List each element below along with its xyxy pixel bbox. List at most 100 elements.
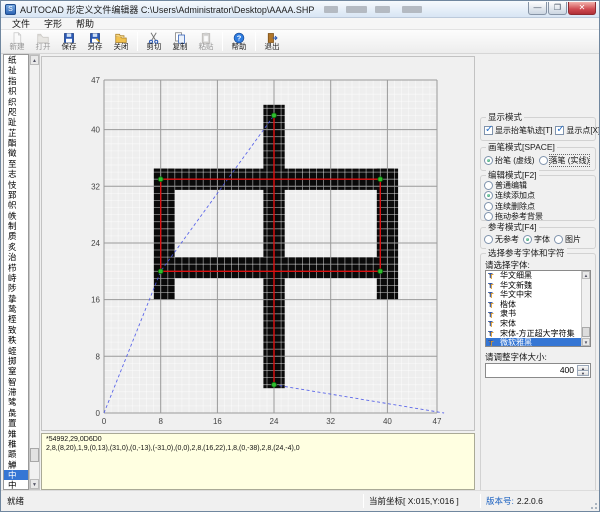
character-list-item[interactable]: 帜 [4, 200, 28, 210]
menu-item-1[interactable]: 字形 [37, 18, 69, 29]
font-list-item[interactable]: T华文细黑 [486, 271, 590, 281]
character-list-item[interactable]: 祉 [4, 65, 28, 75]
character-list-item[interactable]: 置 [4, 418, 28, 428]
character-list-item[interactable]: 陟 [4, 283, 28, 293]
character-list-item[interactable]: 窒 [4, 366, 28, 376]
scroll-down-icon[interactable]: ▼ [582, 338, 590, 346]
radio-option[interactable]: 普通编辑 [484, 180, 527, 191]
character-list-item[interactable]: 觯 [4, 460, 28, 470]
character-list-item[interactable]: 炙 [4, 242, 28, 252]
character-list-item[interactable]: 雉 [4, 429, 28, 439]
character-list-item[interactable]: 峙 [4, 273, 28, 283]
character-list-item[interactable]: 忮 [4, 180, 28, 190]
toolbar-button-4[interactable]: 关闭 [108, 31, 134, 53]
minimize-button[interactable]: — [528, 2, 547, 15]
radio-icon[interactable] [484, 181, 493, 190]
character-list-item[interactable]: 骘 [4, 397, 28, 407]
font-list-item[interactable]: T华文新魏 [486, 281, 590, 291]
radio-option[interactable]: 拖动参考背景 [484, 211, 543, 222]
radio-option[interactable]: 连续删除点 [484, 201, 535, 212]
radio-icon[interactable] [484, 212, 493, 221]
character-list-scrollbar[interactable]: ▲ ▼ [29, 54, 40, 490]
font-list-scrollbar[interactable]: ▲ ▼ [581, 271, 590, 346]
toolbar-button-10[interactable]: ?帮助 [226, 31, 252, 53]
font-list-item[interactable]: T宋体 [486, 319, 590, 329]
toolbar-button-7[interactable]: 复制 [167, 31, 193, 53]
toolbar-button-12[interactable]: 退出 [259, 31, 285, 53]
shape-code-panel[interactable]: *54992,29,0D6D0 2,8,(8,20),1,9,(0,13),(3… [41, 433, 475, 490]
character-list-item[interactable]: 纸 [4, 55, 28, 65]
radio-option[interactable]: 字体 [523, 234, 550, 245]
glyph-edit-canvas[interactable]: 081624324047081624324047 [41, 56, 475, 431]
font-size-spinner[interactable]: 400 ▲ ▼ [485, 363, 591, 378]
radio-option[interactable]: 落笔 (实线) [539, 155, 590, 166]
character-list-item[interactable]: 蛭 [4, 346, 28, 356]
character-list-item[interactable]: 中 [4, 480, 28, 490]
toolbar-button-6[interactable]: 剪切 [141, 31, 167, 53]
character-list-item[interactable]: 芷 [4, 128, 28, 138]
character-list-item[interactable]: 徵 [4, 148, 28, 158]
character-list-item[interactable]: 郅 [4, 190, 28, 200]
character-list-item[interactable]: 织 [4, 97, 28, 107]
character-list-item[interactable]: 质 [4, 231, 28, 241]
character-list-item[interactable]: 中 [4, 470, 28, 480]
font-list-item[interactable]: T华文中宋 [486, 290, 590, 300]
character-list-item[interactable]: 帙 [4, 211, 28, 221]
character-list-item[interactable]: 秩 [4, 335, 28, 345]
toolbar-button-2[interactable]: 保存 [56, 31, 82, 53]
radio-icon[interactable] [484, 202, 493, 211]
resize-grip[interactable] [588, 500, 597, 509]
radio-icon[interactable] [484, 191, 493, 200]
font-list-item[interactable]: T楷体 [486, 300, 590, 310]
font-list-item[interactable]: T微软雅黑 [486, 338, 590, 347]
radio-icon[interactable] [484, 156, 493, 165]
radio-icon[interactable] [484, 235, 493, 244]
radio-option[interactable]: 抬笔 (虚线) [484, 155, 535, 166]
character-list-item[interactable]: 酯 [4, 138, 28, 148]
menu-item-2[interactable]: 帮助 [69, 18, 101, 29]
character-list-item[interactable]: 枳 [4, 86, 28, 96]
radio-option[interactable]: 图片 [554, 234, 581, 245]
menu-item-0[interactable]: 文件 [5, 18, 37, 29]
radio-icon[interactable] [523, 235, 532, 244]
character-list-item[interactable]: 彘 [4, 408, 28, 418]
character-list-item[interactable]: 踬 [4, 449, 28, 459]
character-list[interactable]: 纸祉指枳织咫趾芷酯徵至志忮郅帜帙制质炙治栉峙陟挚鸷桎致秩蛭掷窒智滞骘彘置雉稚踬觯… [3, 54, 29, 490]
scroll-down-icon[interactable]: ▼ [30, 479, 39, 489]
radio-option[interactable]: 连续添加点 [484, 190, 535, 201]
character-list-item[interactable]: 制 [4, 221, 28, 231]
character-list-item[interactable]: 志 [4, 169, 28, 179]
character-list-item[interactable]: 掷 [4, 356, 28, 366]
character-list-item[interactable]: 鸷 [4, 304, 28, 314]
character-list-item[interactable]: 挚 [4, 294, 28, 304]
character-list-item[interactable]: 趾 [4, 117, 28, 127]
radio-icon[interactable] [539, 156, 548, 165]
character-list-item[interactable]: 致 [4, 325, 28, 335]
font-list-item[interactable]: T隶书 [486, 309, 590, 319]
character-list-item[interactable]: 智 [4, 377, 28, 387]
character-list-item[interactable]: 桎 [4, 314, 28, 324]
toolbar-button-3[interactable]: 另存 [82, 31, 108, 53]
font-list-item[interactable]: T宋体-方正超大字符集 [486, 329, 590, 339]
scroll-up-icon[interactable]: ▲ [582, 271, 590, 279]
character-list-item[interactable]: 稚 [4, 439, 28, 449]
character-list-item[interactable]: 至 [4, 159, 28, 169]
character-list-item[interactable]: 栉 [4, 263, 28, 273]
font-list[interactable]: ▲ ▼ T华文细黑T华文新魏T华文中宋T楷体T隶书T宋体T宋体-方正超大字符集T… [485, 270, 591, 347]
character-list-item[interactable]: 滞 [4, 387, 28, 397]
radio-option[interactable]: 无参考 [484, 234, 519, 245]
radio-icon[interactable] [554, 235, 563, 244]
checkbox-icon[interactable] [484, 126, 493, 135]
scrollbar-thumb[interactable] [30, 448, 39, 462]
checkbox-option[interactable]: 显示抬笔轨迹[T] [484, 125, 552, 136]
character-list-item[interactable]: 治 [4, 252, 28, 262]
close-button[interactable]: ✕ [568, 2, 596, 15]
character-list-item[interactable]: 指 [4, 76, 28, 86]
character-list-item[interactable]: 咫 [4, 107, 28, 117]
maximize-button[interactable]: ❐ [548, 2, 567, 15]
scrollbar-thumb[interactable] [582, 327, 590, 337]
checkbox-icon[interactable] [555, 126, 564, 135]
spin-down-icon[interactable]: ▼ [577, 370, 589, 376]
checkbox-option[interactable]: 显示点[X] [555, 125, 600, 136]
scroll-up-icon[interactable]: ▲ [30, 55, 39, 65]
